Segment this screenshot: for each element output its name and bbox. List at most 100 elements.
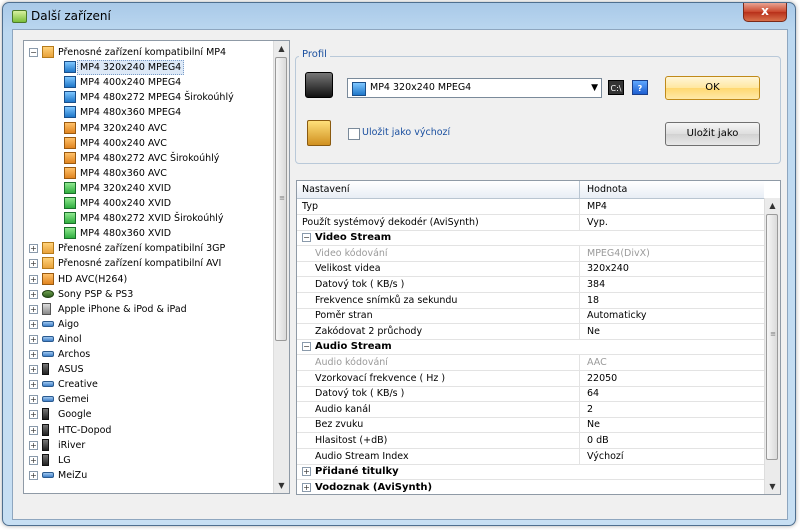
property-name: Audio Stream: [315, 341, 392, 353]
grid-scrollbar[interactable]: ▲ ≡ ▼: [764, 198, 780, 494]
scroll-thumb[interactable]: ≡: [766, 214, 778, 460]
tree-item-label: HTC-Dopod: [58, 424, 112, 436]
scroll-down-icon[interactable]: ▼: [765, 479, 780, 494]
save-as-button[interactable]: Uložit jako: [665, 122, 760, 146]
expand-icon[interactable]: +: [29, 334, 38, 344]
property-value[interactable]: MP4: [587, 199, 607, 214]
property-value[interactable]: 0 dB: [587, 433, 609, 448]
grid-category[interactable]: + Přidané titulky: [297, 464, 764, 481]
property-value[interactable]: 22050: [587, 371, 617, 386]
scroll-thumb[interactable]: ≡: [275, 57, 287, 341]
property-name: Vodoznak (AviSynth): [315, 481, 433, 493]
expand-icon[interactable]: +: [302, 467, 311, 477]
green-film-icon: [64, 197, 76, 209]
expand-icon[interactable]: +: [29, 440, 38, 450]
grid-row[interactable]: Audio kanál 2: [297, 401, 764, 418]
grid-row[interactable]: Datový tok ( KB/s ) 384: [297, 277, 764, 293]
grid-row[interactable]: Použít systémový dekodér (AviSynth) Vyp.: [297, 214, 764, 231]
scroll-down-icon[interactable]: ▼: [274, 478, 289, 493]
grid-row[interactable]: Frekvence snímků za sekundu 18: [297, 292, 764, 309]
expand-icon[interactable]: +: [29, 319, 38, 329]
property-name: Video Stream: [315, 232, 392, 244]
header-value[interactable]: Hodnota: [587, 184, 627, 195]
save-default-checkbox[interactable]: [348, 128, 360, 140]
grid-category[interactable]: + Vodoznak (AviSynth): [297, 480, 764, 494]
grid-row[interactable]: Velikost videa 320x240: [297, 261, 764, 278]
title-bar[interactable]: Další zařízení x: [3, 3, 795, 29]
expand-icon[interactable]: +: [302, 482, 311, 492]
grid-category[interactable]: − Video Stream: [297, 230, 764, 247]
device-icon: [305, 72, 333, 98]
grid-row[interactable]: Audio kódování AAC: [297, 355, 764, 371]
grid-row[interactable]: Hlasitost (+dB) 0 dB: [297, 433, 764, 449]
tree-item-label: iRiver: [58, 439, 86, 451]
property-value[interactable]: 320x240: [587, 261, 629, 276]
property-value[interactable]: Výchozí: [587, 449, 624, 464]
tree-item-label: MP4 320x240 MPEG4: [77, 60, 185, 76]
property-value[interactable]: Automaticky: [587, 308, 647, 323]
grid-row[interactable]: Datový tok ( KB/s ) 64: [297, 386, 764, 403]
profile-select[interactable]: MP4 320x240 MPEG4 ▼: [347, 78, 602, 98]
expand-icon[interactable]: +: [29, 395, 38, 405]
orange-film-icon: [42, 272, 54, 285]
property-name: Poměr stran: [315, 310, 373, 322]
scroll-up-icon[interactable]: ▲: [274, 41, 289, 56]
expand-icon[interactable]: +: [29, 470, 38, 480]
expand-icon[interactable]: +: [29, 365, 38, 375]
tree-item-label: Aigo: [58, 318, 79, 330]
expand-icon[interactable]: +: [29, 380, 38, 390]
property-value: AAC: [587, 357, 607, 368]
folder-icon: [42, 257, 54, 270]
ok-button[interactable]: OK: [665, 76, 760, 100]
tree-item-label: MP4 320x240 XVID: [80, 182, 172, 194]
expand-icon[interactable]: +: [29, 455, 38, 465]
expand-icon[interactable]: +: [29, 259, 38, 269]
property-name: Typ: [302, 201, 318, 212]
grid-row[interactable]: Bez zvuku Ne: [297, 417, 764, 434]
property-value[interactable]: Ne: [587, 324, 600, 339]
phone-icon: [42, 408, 49, 421]
usb-icon: [42, 471, 54, 478]
save-default-label[interactable]: Uložit jako výchozí: [362, 127, 450, 138]
expand-icon[interactable]: +: [29, 289, 38, 299]
grid-row[interactable]: Audio Stream Index Výchozí: [297, 448, 764, 465]
header-name[interactable]: Nastavení: [302, 184, 350, 195]
help-icon[interactable]: ?: [632, 80, 648, 95]
collapse-icon[interactable]: −: [302, 233, 311, 243]
grid-row[interactable]: Typ MP4: [297, 199, 764, 215]
property-value[interactable]: Ne: [587, 417, 600, 432]
tree-scrollbar[interactable]: ▲ ≡ ▼: [273, 41, 289, 493]
tree-item-label: MP4 400x240 XVID: [80, 198, 172, 209]
grid-row[interactable]: Video kódování MPEG4(DivX): [297, 245, 764, 262]
property-value[interactable]: 2: [587, 402, 593, 417]
grid-row[interactable]: Poměr stran Automaticky: [297, 308, 764, 325]
expand-icon[interactable]: +: [29, 425, 38, 435]
property-value[interactable]: 384: [587, 277, 605, 292]
chevron-down-icon[interactable]: ▼: [591, 83, 598, 93]
collapse-icon[interactable]: −: [29, 48, 38, 57]
tree-item-label: MeiZu: [58, 469, 88, 481]
grid-category[interactable]: − Audio Stream: [297, 339, 764, 356]
ps-icon: [42, 289, 54, 298]
tree-item-label: HD AVC(H264): [58, 273, 128, 285]
grid-row[interactable]: Vzorkovací frekvence ( Hz ) 22050: [297, 370, 764, 387]
cmd-icon[interactable]: C:\: [608, 80, 624, 95]
grip-icon: ≡: [279, 194, 285, 202]
usb-icon: [42, 396, 54, 403]
property-name: Bez zvuku: [315, 419, 364, 431]
tree-item-label: MP4 480x272 AVC Širokoúhlý: [80, 152, 220, 164]
expand-icon[interactable]: +: [29, 274, 38, 284]
grid-row[interactable]: Zakódovat 2 průchody Ne: [297, 323, 764, 340]
property-value[interactable]: Vyp.: [587, 215, 608, 230]
expand-icon[interactable]: +: [29, 410, 38, 420]
scroll-up-icon[interactable]: ▲: [765, 198, 780, 213]
expand-icon[interactable]: +: [29, 244, 38, 254]
collapse-icon[interactable]: −: [302, 342, 311, 352]
property-value[interactable]: 64: [587, 386, 599, 401]
expand-icon[interactable]: +: [29, 304, 38, 314]
close-button[interactable]: x: [743, 3, 787, 22]
orange-film-icon: [64, 121, 76, 134]
blue-film-icon: [64, 76, 76, 89]
property-value[interactable]: 18: [587, 293, 599, 308]
expand-icon[interactable]: +: [29, 350, 38, 359]
